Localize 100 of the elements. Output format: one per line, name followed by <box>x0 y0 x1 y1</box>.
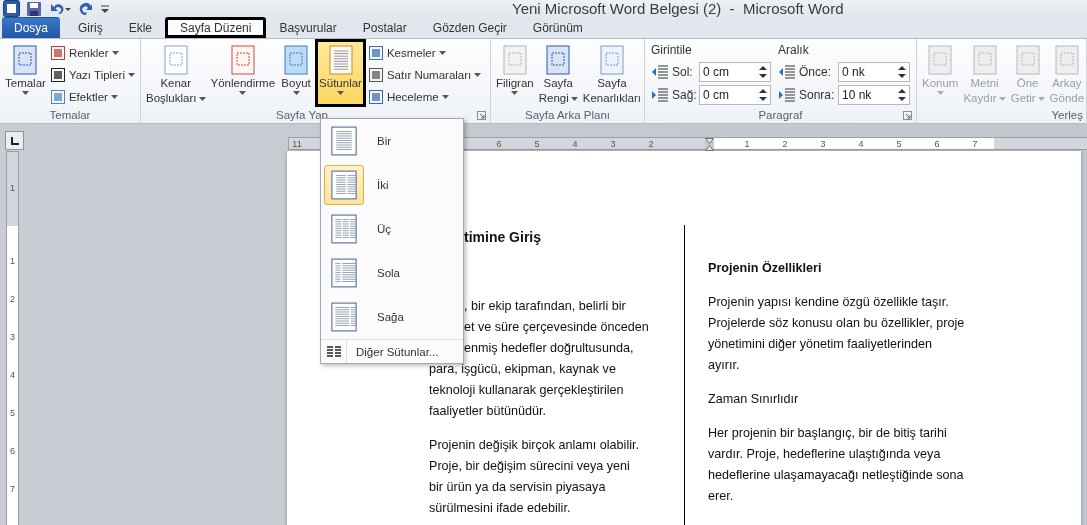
text-line: et ve süre çerçevesinde önceden <box>463 319 649 336</box>
text-line: faaliyetler bütünüdür. <box>429 403 546 420</box>
caret-icon <box>474 73 482 77</box>
menu-item[interactable]: Diğer Sütunlar... <box>321 339 463 363</box>
caret-icon <box>511 91 519 95</box>
ruler-number: 3 <box>10 331 15 344</box>
ribbon-tab[interactable]: Başvurular <box>266 17 350 38</box>
group-label: Temalar <box>49 109 91 121</box>
caret-icon <box>110 95 118 99</box>
ruler-number: 6 <box>495 138 503 149</box>
ruler-number: 2 <box>10 293 15 306</box>
text-line: vardır. Proje, hedeflerine ulaştığında veya <box>708 446 941 463</box>
group-label: Sayfa Arka Planı <box>525 109 610 121</box>
ribbon-button[interactable]: Temalar <box>3 41 48 107</box>
save-icon[interactable] <box>26 0 42 17</box>
text-line: hedeflerine ulaşamayacağı netleştiğinde sona <box>708 467 964 484</box>
ribbon-tab[interactable]: Görünüm <box>519 17 596 38</box>
caret-icon <box>198 96 206 101</box>
ribbon-small-button[interactable]: Satır Numaraları <box>366 65 483 85</box>
spin-field[interactable]: 0 cm <box>699 84 771 105</box>
field-label: Önce: <box>799 64 832 79</box>
ruler-number: 2 <box>781 138 789 149</box>
text-line: ayırır. <box>708 357 740 374</box>
spin-field[interactable]: 0 nk <box>838 61 910 82</box>
menu-item[interactable]: Üç <box>321 207 463 251</box>
spinner-arrows-icon[interactable] <box>898 64 906 79</box>
ribbon-tab[interactable]: Ekle <box>115 17 166 38</box>
caret-icon <box>998 96 1006 101</box>
ruler-number: 11 <box>291 138 303 149</box>
ruler-number: 3 <box>609 138 617 149</box>
text-line: Her projenin bir başlangıç, bir de bitiş tarihi <box>708 425 947 442</box>
spinner-arrows-icon[interactable] <box>759 87 767 102</box>
ribbon-button[interactable]: Sayfa Rengi <box>536 41 580 107</box>
spin-field[interactable]: 0 cm <box>699 61 771 82</box>
ribbon-small-button[interactable]: Kesmeler <box>366 43 483 63</box>
text-line: Projenin değişik birçok anlamı olabilir. <box>429 437 639 454</box>
text-line: erer. <box>708 488 734 505</box>
columns-icon <box>331 213 357 245</box>
section-title: Girintile <box>651 43 693 59</box>
text-line: Projelerde söz konusu olan bu özellikler, proje <box>708 315 965 332</box>
group-label: Yerleş <box>1051 109 1083 121</box>
text-line: Projenin yapısı kendine özgü özellikle taşır. <box>708 294 949 311</box>
ribbon-tab[interactable]: Gözden Geçir <box>419 17 520 38</box>
text-line: Proje, bir değişim sürecini veya yeni <box>429 458 630 475</box>
caret-icon <box>1037 96 1045 101</box>
menu-item[interactable]: İki <box>321 163 463 207</box>
small-tool-icon <box>367 67 384 83</box>
ribbon-small-button[interactable]: Efektler <box>48 87 136 107</box>
menu-item[interactable]: Bir <box>321 119 463 163</box>
app-logo-icon[interactable] <box>3 0 20 17</box>
menu-item[interactable]: Sağa <box>321 295 463 339</box>
columns-icon <box>327 345 341 358</box>
ruler-number: 1 <box>10 182 15 195</box>
caret-icon <box>438 51 446 55</box>
ribbon-small-button[interactable]: Yazı Tipleri <box>48 65 136 85</box>
heading: Projenin Özellikleri <box>708 260 822 277</box>
text-line: yönetimini diğer yönetim faaliyetlerinden <box>708 336 932 353</box>
spinner-arrows-icon[interactable] <box>898 87 906 102</box>
caret-icon <box>239 91 247 95</box>
ribbon-small-button[interactable]: Heceleme <box>366 87 483 107</box>
ribbon-tab[interactable]: Giriş <box>65 17 116 38</box>
file-tab[interactable]: Dosya <box>2 17 60 38</box>
caret-icon <box>337 91 344 95</box>
paragraph-spacing-icon <box>778 86 796 103</box>
left-tab-stop-icon <box>10 136 19 145</box>
text-line: sürülmesini ifade edebilir. <box>429 500 571 517</box>
columns-icon <box>331 301 357 333</box>
field-label: Sol: <box>672 64 694 79</box>
menu-item[interactable]: Sola <box>321 251 463 295</box>
redo-icon[interactable] <box>78 0 94 17</box>
dialog-launcher-icon[interactable] <box>903 111 912 120</box>
ruler-number: 3 <box>819 138 827 149</box>
text-line: bir ürün ya da servisin piyasaya <box>429 479 606 496</box>
ruler-number: 5 <box>10 407 15 420</box>
ruler-number: 6 <box>933 138 941 149</box>
ribbon-button[interactable]: Boyut <box>278 41 315 107</box>
ruler-number: 5 <box>895 138 903 149</box>
small-tool-icon <box>367 45 384 61</box>
caret-icon <box>292 91 300 95</box>
small-tool-icon <box>49 89 66 105</box>
ribbon-tab[interactable]: Sayfa Düzeni <box>165 17 267 38</box>
ruler-number: 4 <box>571 138 579 149</box>
ribbon-tab[interactable]: Postalar <box>349 17 420 38</box>
ribbon-button[interactable]: Sütunlar <box>315 39 366 107</box>
columns-icon <box>331 169 357 201</box>
tab-selector[interactable] <box>5 131 24 150</box>
spin-field[interactable]: 10 nk <box>838 84 910 105</box>
paragraph-spacing-icon <box>651 86 669 103</box>
paragraph-spacing-icon <box>778 63 796 80</box>
small-tool-icon <box>367 89 384 105</box>
dialog-launcher-icon[interactable] <box>477 111 486 120</box>
ribbon-button[interactable]: Filigran <box>494 41 536 107</box>
ribbon-small-button[interactable]: Renkler <box>48 43 136 63</box>
spinner-arrows-icon[interactable] <box>759 64 767 79</box>
ribbon-button[interactable]: Sayfa Kenarlıkları <box>580 41 643 107</box>
caret-icon <box>441 95 449 99</box>
group-label: Paragraf <box>758 109 803 121</box>
ribbon-button[interactable]: Kenar Boşlukları <box>144 41 208 107</box>
ruler-number: 1 <box>10 255 15 268</box>
ribbon-button[interactable]: Yönlendirme <box>208 41 278 107</box>
